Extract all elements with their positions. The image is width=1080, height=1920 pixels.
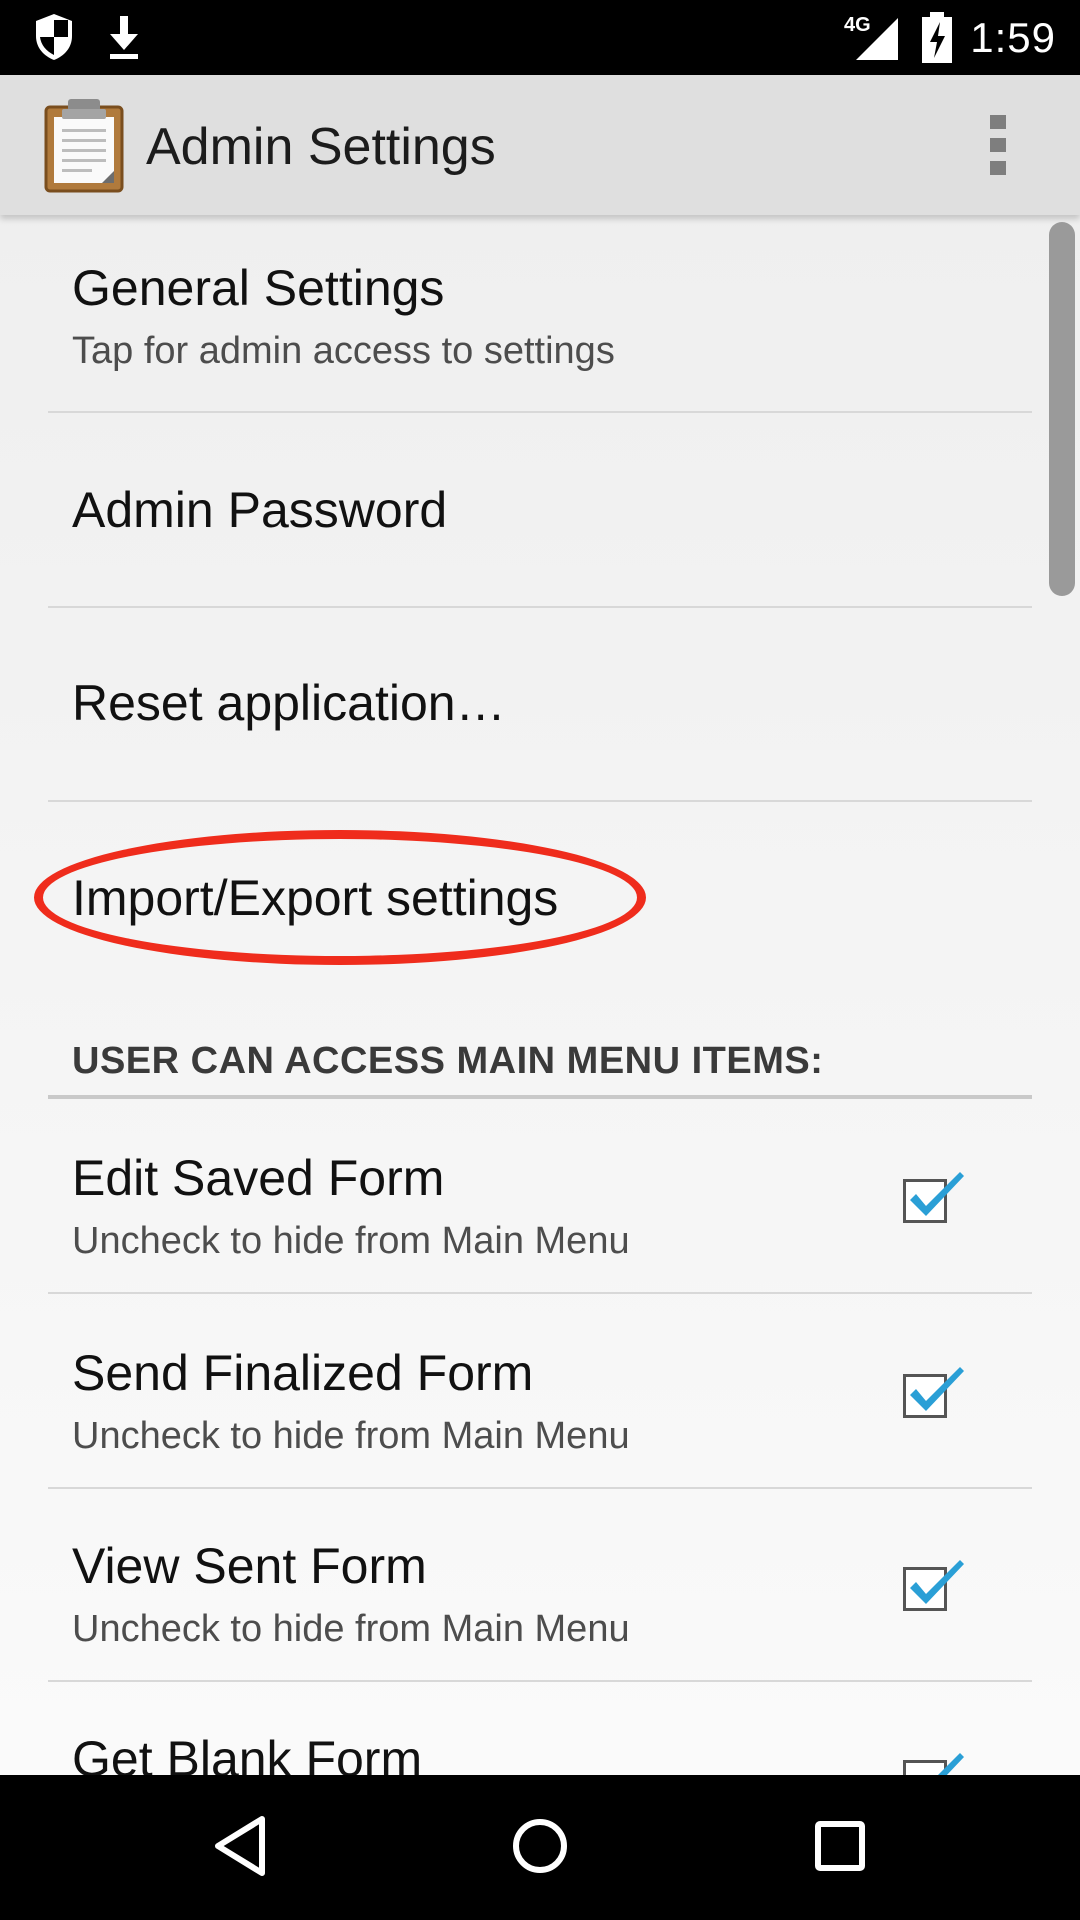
reset-application-item[interactable]: Reset application… bbox=[48, 608, 1032, 802]
send-finalized-form-item[interactable]: Send Finalized Form Uncheck to hide from… bbox=[48, 1294, 1032, 1489]
back-icon[interactable] bbox=[210, 1813, 270, 1884]
pref-summary: Uncheck to hide from Main Menu bbox=[72, 1220, 630, 1262]
category-label: USER CAN ACCESS MAIN MENU ITEMS: bbox=[72, 1040, 824, 1082]
settings-list: General Settings Tap for admin access to… bbox=[0, 215, 1080, 1775]
pref-title: View Sent Form bbox=[72, 1538, 427, 1594]
pref-summary: Uncheck to hide from Main Menu bbox=[72, 1608, 630, 1650]
send-finalized-form-checkbox[interactable] bbox=[903, 1367, 964, 1418]
view-sent-form-checkbox[interactable] bbox=[903, 1560, 964, 1611]
import-export-settings-item[interactable]: Import/Export settings bbox=[48, 802, 1032, 998]
checkmark-icon bbox=[916, 1753, 964, 1775]
admin-password-item[interactable]: Admin Password bbox=[48, 413, 1032, 608]
status-bar: 4G 1:59 bbox=[0, 0, 1080, 75]
pref-title: Import/Export settings bbox=[72, 870, 559, 926]
page-title: Admin Settings bbox=[146, 118, 496, 176]
download-icon bbox=[104, 12, 144, 67]
pref-summary: Tap for admin access to settings bbox=[72, 330, 615, 372]
scrollbar[interactable] bbox=[1049, 222, 1075, 596]
pref-summary: Uncheck to hide from Main Menu bbox=[72, 1415, 630, 1457]
pref-title: Get Blank Form bbox=[72, 1731, 423, 1775]
pref-title: Send Finalized Form bbox=[72, 1345, 534, 1401]
get-blank-form-checkbox[interactable] bbox=[903, 1753, 964, 1775]
get-blank-form-item[interactable]: Get Blank Form bbox=[48, 1682, 1032, 1775]
battery-charging-icon bbox=[920, 12, 954, 69]
clipboard-icon bbox=[42, 97, 126, 198]
edit-saved-form-checkbox[interactable] bbox=[903, 1172, 964, 1223]
recents-icon[interactable] bbox=[810, 1813, 870, 1884]
home-icon[interactable] bbox=[508, 1813, 572, 1884]
checkmark-icon bbox=[910, 1367, 964, 1411]
view-sent-form-item[interactable]: View Sent Form Uncheck to hide from Main… bbox=[48, 1489, 1032, 1682]
checkmark-icon bbox=[910, 1172, 964, 1216]
pref-title: Edit Saved Form bbox=[72, 1150, 445, 1206]
navigation-bar bbox=[0, 1775, 1080, 1920]
pref-title: General Settings bbox=[72, 260, 445, 316]
category-header: USER CAN ACCESS MAIN MENU ITEMS: bbox=[48, 1020, 1032, 1099]
overflow-menu-icon[interactable] bbox=[980, 115, 1020, 175]
pref-title: Reset application… bbox=[72, 675, 506, 731]
app-bar: Admin Settings bbox=[0, 75, 1080, 215]
shield-icon bbox=[32, 12, 76, 67]
signal-icon bbox=[852, 12, 900, 67]
edit-saved-form-item[interactable]: Edit Saved Form Uncheck to hide from Mai… bbox=[48, 1099, 1032, 1294]
clock: 1:59 bbox=[970, 14, 1056, 61]
general-settings-item[interactable]: General Settings Tap for admin access to… bbox=[48, 215, 1032, 413]
checkmark-icon bbox=[910, 1560, 964, 1604]
pref-title: Admin Password bbox=[72, 482, 448, 538]
